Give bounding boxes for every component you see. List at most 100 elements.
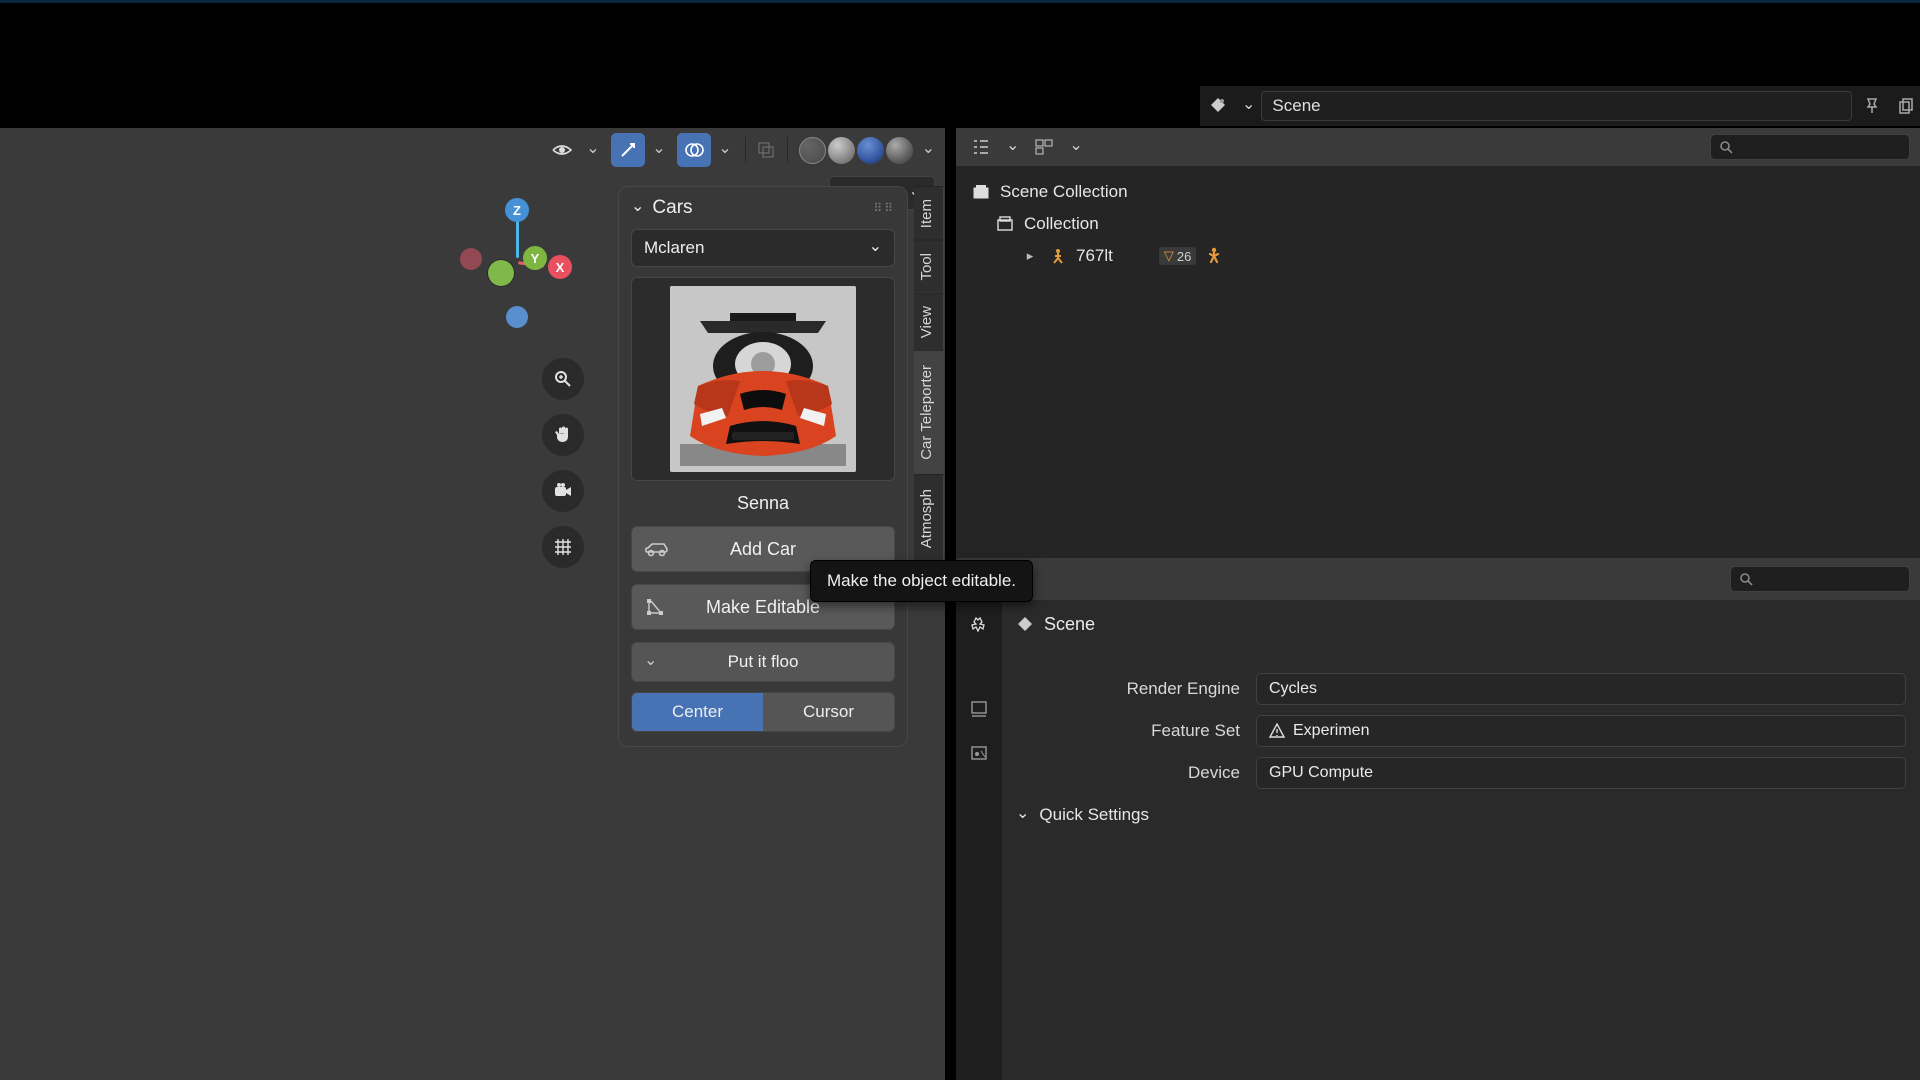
window-title-bar [0,0,1920,82]
expand-triangle-icon[interactable] [1020,248,1040,264]
put-on-floor-button[interactable]: Put it floo [631,642,895,682]
brand-dropdown-value: Mclaren [644,238,704,258]
gizmo-toggle-icon[interactable] [611,133,645,167]
n-panel-tabs: Item Tool View Car Teleporter Atmosph [914,186,944,562]
mesh-count-badge: ▽26 [1159,247,1196,265]
chevron-down-icon [869,238,882,258]
render-tab-icon[interactable] [964,610,994,640]
drag-grip-icon[interactable]: ⠿⠿ [873,201,895,215]
car-thumbnail-frame [631,277,895,481]
edit-mesh-icon [644,596,666,618]
collection-label: Collection [1024,214,1099,234]
shading-mode-group [798,137,914,164]
tree-row-object[interactable]: 767lt ▽26 [962,240,1914,272]
tab-view[interactable]: View [914,293,944,350]
outliner-search[interactable] [1710,134,1910,160]
search-icon [1739,572,1754,587]
viewport-header-tools [545,128,945,172]
gizmo-caret[interactable] [649,133,669,167]
quick-settings-disclosure[interactable]: Quick Settings [1016,805,1906,825]
brand-dropdown[interactable]: Mclaren [631,229,895,267]
device-label: Device [1016,763,1256,783]
cars-panel-title: Cars [652,197,692,219]
render-engine-row: Render Engine Cycles [1016,673,1906,705]
mesh-count: 26 [1177,249,1191,264]
properties-tab-strip [956,600,1002,1080]
device-row: Device GPU Compute [1016,757,1906,789]
output-tab-icon[interactable] [964,694,994,724]
tree-row-collection[interactable]: Collection [962,208,1914,240]
solid-shading-icon[interactable] [828,137,855,164]
properties-panel: Scene Render Engine Cycles Feature Set E… [956,558,1920,1080]
navigation-gizmo[interactable]: Z Y X [458,198,598,358]
scene-dropdown-caret[interactable] [1242,96,1255,116]
placement-segmented: Center Cursor [631,692,895,732]
car-icon [644,539,670,559]
properties-header [956,558,1920,600]
pin-icon[interactable] [1858,97,1886,115]
chevron-down-icon [1016,805,1029,825]
tooltip: Make the object editable. [810,560,1033,602]
search-icon [1719,140,1734,155]
cars-panel-header[interactable]: Cars ⠿⠿ [631,197,895,219]
quick-settings-label: Quick Settings [1039,805,1149,825]
collection-icon [996,216,1016,232]
armature-icon [1048,247,1068,265]
view-layer-tab-icon[interactable] [964,738,994,768]
properties-body: Scene Render Engine Cycles Feature Set E… [1002,600,1920,1080]
properties-search[interactable] [1730,566,1910,592]
scene-name-field[interactable]: Scene [1261,91,1852,121]
tab-atmosphere[interactable]: Atmosph [914,474,944,562]
put-floor-label: Put it floo [632,652,894,672]
3d-viewport[interactable]: Options Z Y X Cars ⠿⠿ Mcla [0,128,945,1080]
visibility-caret[interactable] [583,133,603,167]
scene-icon [1016,616,1034,634]
shading-caret[interactable] [922,133,935,167]
properties-breadcrumb[interactable]: Scene [1016,614,1906,635]
device-dropdown[interactable]: GPU Compute [1256,757,1906,789]
feature-set-dropdown[interactable]: Experimen [1256,715,1906,747]
tab-item[interactable]: Item [914,186,944,240]
gizmo-neg-y[interactable] [488,260,514,286]
outliner-display-icon[interactable] [1029,134,1059,160]
zoom-icon[interactable] [542,358,584,400]
gizmo-z[interactable]: Z [505,198,529,222]
material-shading-icon[interactable] [857,137,884,164]
tree-row-scene-collection[interactable]: Scene Collection [962,176,1914,208]
scene-data-icon[interactable] [1200,92,1236,120]
gizmo-y[interactable]: Y [523,246,547,270]
wireframe-shading-icon[interactable] [799,137,826,164]
visibility-icon[interactable] [545,133,579,167]
pose-icon [1204,247,1224,265]
car-name-label: Senna [631,493,895,514]
overlay-caret[interactable] [715,133,735,167]
segment-cursor[interactable]: Cursor [763,693,894,731]
gizmo-z-axis-line [516,218,519,258]
car-preview-image [670,286,856,472]
xray-icon[interactable] [756,133,777,167]
car-thumbnail[interactable] [670,286,856,472]
overlay-toggle-icon[interactable] [677,133,711,167]
gizmo-neg-x[interactable] [460,248,482,270]
tab-tool[interactable]: Tool [914,240,944,293]
copy-scene-icon[interactable] [1892,97,1920,115]
cars-panel: Cars ⠿⠿ Mclaren [618,186,908,747]
object-label: 767lt [1076,246,1113,266]
chevron-down-icon[interactable] [1069,137,1082,157]
gizmo-x[interactable]: X [548,255,572,279]
add-car-label: Add Car [632,539,894,560]
camera-view-icon[interactable] [542,470,584,512]
mesh-icon: ▽ [1164,248,1174,264]
perspective-grid-icon[interactable] [542,526,584,568]
chevron-down-icon[interactable] [1006,137,1019,157]
feature-set-value: Experimen [1293,722,1369,740]
gizmo-neg-z[interactable] [506,306,528,328]
pan-icon[interactable] [542,414,584,456]
feature-set-row: Feature Set Experimen [1016,715,1906,747]
outliner-mode-icon[interactable] [966,134,996,160]
rendered-shading-icon[interactable] [886,137,913,164]
tab-car-teleporter[interactable]: Car Teleporter [914,350,944,474]
breadcrumb-label: Scene [1044,614,1095,635]
segment-center[interactable]: Center [632,693,763,731]
render-engine-dropdown[interactable]: Cycles [1256,673,1906,705]
